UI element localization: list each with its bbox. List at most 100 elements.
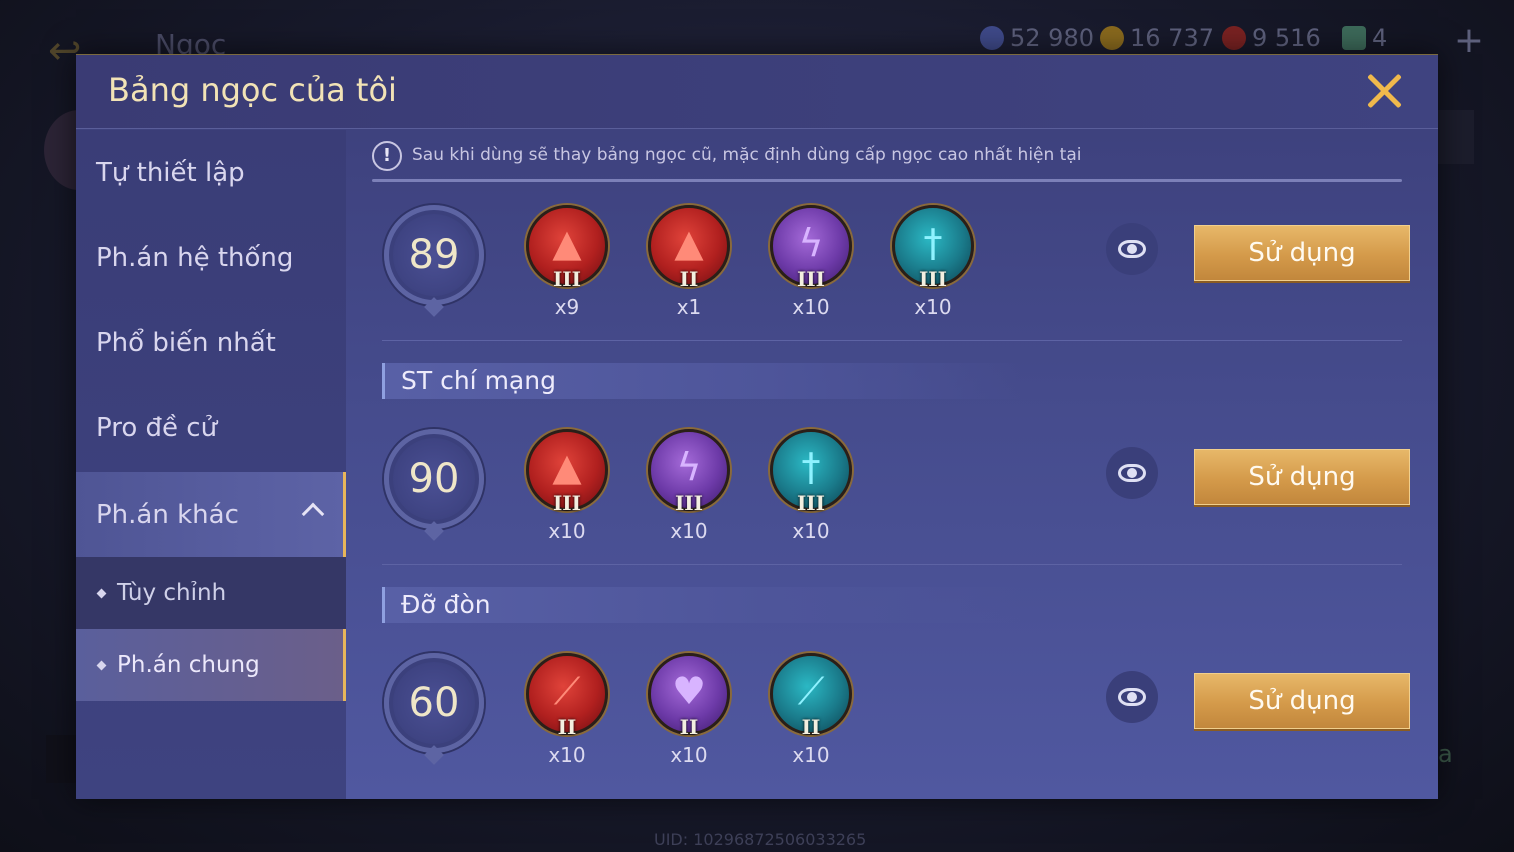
modal-title: Bảng ngọc của tôi bbox=[108, 71, 397, 109]
level-badge: 90 bbox=[384, 429, 484, 529]
gem-slot[interactable]: † III x10 bbox=[768, 429, 854, 549]
gem-count: x1 bbox=[676, 295, 702, 319]
eye-pupil bbox=[1127, 468, 1137, 478]
sidebar-item-other[interactable]: Ph.án khác bbox=[76, 472, 346, 557]
sidebar-item-label: Ph.án khác bbox=[96, 499, 239, 530]
gem-glyph: † bbox=[923, 221, 943, 265]
rune-page-row: 90 ▲ III x10 ϟ III x10 † III x10 Sử dụng bbox=[372, 425, 1417, 565]
gem-glyph: ▲ bbox=[552, 221, 582, 265]
sidebar-item-system[interactable]: Ph.án hệ thống bbox=[76, 215, 346, 300]
preview-button[interactable] bbox=[1106, 671, 1158, 723]
gem-tier: II bbox=[679, 267, 699, 291]
gem-glyph: ▲ bbox=[674, 221, 704, 265]
gem-glyph: ⟋ bbox=[553, 669, 581, 713]
sidebar-item-custom-setup[interactable]: Tự thiết lập bbox=[76, 130, 346, 215]
gem-glyph: ▲ bbox=[552, 445, 582, 489]
sidebar-subitem-label: Tùy chỉnh bbox=[117, 580, 227, 606]
background-panel bbox=[46, 735, 78, 783]
uid-label: UID: 10296872506033265 bbox=[654, 830, 867, 849]
level-badge: 89 bbox=[384, 205, 484, 305]
background-text: a bbox=[1438, 740, 1453, 768]
notice-text: Sau khi dùng sẽ thay bảng ngọc cũ, mặc đ… bbox=[412, 145, 1082, 165]
gem-glyph: ϟ bbox=[676, 445, 702, 489]
rune-page-row: 60 ⟋ II x10 ♥ II x10 ⟋ II x10 Sử dụng bbox=[372, 649, 1417, 789]
diamond-icon bbox=[980, 26, 1004, 50]
gem-slot[interactable]: ▲ II x1 bbox=[646, 205, 732, 325]
sidebar-item-label: Pro đề cử bbox=[96, 412, 218, 443]
gem-tier: III bbox=[674, 491, 704, 515]
rune-page-modal: Bảng ngọc của tôi Tự thiết lập Ph.án hệ … bbox=[76, 54, 1438, 799]
preview-button[interactable] bbox=[1106, 223, 1158, 275]
gem-slot[interactable]: ♥ II x10 bbox=[646, 653, 732, 773]
close-button[interactable] bbox=[1364, 71, 1404, 111]
gem-count: x10 bbox=[792, 743, 830, 767]
gem-tier: II bbox=[557, 715, 577, 739]
gem-tier: III bbox=[552, 267, 582, 291]
divider bbox=[372, 179, 1402, 182]
gem-count: x10 bbox=[792, 295, 830, 319]
voucher-icon bbox=[1342, 26, 1366, 50]
sidebar-subitem-label: Ph.án chung bbox=[117, 652, 260, 678]
gem-slot[interactable]: ϟ III x10 bbox=[646, 429, 732, 549]
modal-header: Bảng ngọc của tôi bbox=[76, 55, 1438, 129]
section-label: Đỡ đòn bbox=[401, 590, 491, 619]
notice-bar: ! Sau khi dùng sẽ thay bảng ngọc cũ, mặc… bbox=[372, 141, 1402, 183]
divider bbox=[382, 340, 1402, 341]
rune-page-row: 89 ▲ III x9 ▲ II x1 ϟ III x10 † III x10 bbox=[372, 201, 1417, 341]
level-number: 90 bbox=[408, 456, 460, 502]
gem-glyph: ♥ bbox=[671, 669, 707, 713]
sidebar-subitem-custom[interactable]: Tùy chỉnh bbox=[76, 557, 346, 629]
gem-count: x10 bbox=[914, 295, 952, 319]
info-exclamation-icon: ! bbox=[372, 141, 402, 171]
gem-count: x10 bbox=[670, 743, 708, 767]
currency-value: 52 980 bbox=[1010, 24, 1094, 52]
sidebar-item-label: Tự thiết lập bbox=[96, 157, 245, 188]
gem-slot[interactable]: ⟋ II x10 bbox=[768, 653, 854, 773]
currency-value: 4 bbox=[1372, 24, 1388, 52]
gem-tier: III bbox=[918, 267, 948, 291]
preview-button[interactable] bbox=[1106, 447, 1158, 499]
background-panel bbox=[1438, 110, 1474, 164]
level-number: 60 bbox=[408, 680, 460, 726]
use-button[interactable]: Sử dụng bbox=[1194, 449, 1410, 505]
currency-diamond: 52 980 bbox=[980, 24, 1094, 52]
sidebar-subitem-general[interactable]: Ph.án chung bbox=[76, 629, 346, 701]
currency-value: 16 737 bbox=[1130, 24, 1214, 52]
chevron-up-icon bbox=[301, 502, 325, 526]
section-header: Đỡ đòn bbox=[382, 587, 1022, 623]
gold-coin-icon bbox=[1100, 26, 1124, 50]
level-number: 89 bbox=[408, 232, 460, 278]
level-badge: 60 bbox=[384, 653, 484, 753]
gem-tier: III bbox=[796, 491, 826, 515]
gem-count: x10 bbox=[670, 519, 708, 543]
sidebar-item-pro[interactable]: Pro đề cử bbox=[76, 385, 346, 470]
gem-tier: II bbox=[679, 715, 699, 739]
use-button[interactable]: Sử dụng bbox=[1194, 673, 1410, 729]
gem-count: x10 bbox=[548, 743, 586, 767]
currency-value: 9 516 bbox=[1252, 24, 1321, 52]
currency-ruby: 9 516 bbox=[1222, 24, 1321, 52]
gem-glyph: ⟋ bbox=[797, 669, 825, 713]
gem-slot[interactable]: ⟋ II x10 bbox=[524, 653, 610, 773]
bullet-icon bbox=[96, 588, 107, 598]
gem-tier: III bbox=[552, 491, 582, 515]
section-header: ST chí mạng bbox=[382, 363, 1022, 399]
divider bbox=[382, 564, 1402, 565]
sidebar-item-label: Phổ biến nhất bbox=[96, 327, 276, 358]
sidebar-item-popular[interactable]: Phổ biến nhất bbox=[76, 300, 346, 385]
bullet-icon bbox=[96, 660, 107, 670]
sidebar: Tự thiết lập Ph.án hệ thống Phổ biến nhấ… bbox=[76, 130, 346, 799]
section-label: ST chí mạng bbox=[401, 366, 556, 395]
plus-icon[interactable]: + bbox=[1454, 20, 1484, 61]
sidebar-item-label: Ph.án hệ thống bbox=[96, 242, 294, 273]
eye-pupil bbox=[1127, 692, 1137, 702]
use-button[interactable]: Sử dụng bbox=[1194, 225, 1410, 281]
gem-tier: II bbox=[801, 715, 821, 739]
gem-slot[interactable]: ϟ III x10 bbox=[768, 205, 854, 325]
gem-slot[interactable]: ▲ III x10 bbox=[524, 429, 610, 549]
gem-count: x9 bbox=[554, 295, 580, 319]
gem-tier: III bbox=[796, 267, 826, 291]
gem-slot[interactable]: ▲ III x9 bbox=[524, 205, 610, 325]
ruby-icon bbox=[1222, 26, 1246, 50]
gem-slot[interactable]: † III x10 bbox=[890, 205, 976, 325]
